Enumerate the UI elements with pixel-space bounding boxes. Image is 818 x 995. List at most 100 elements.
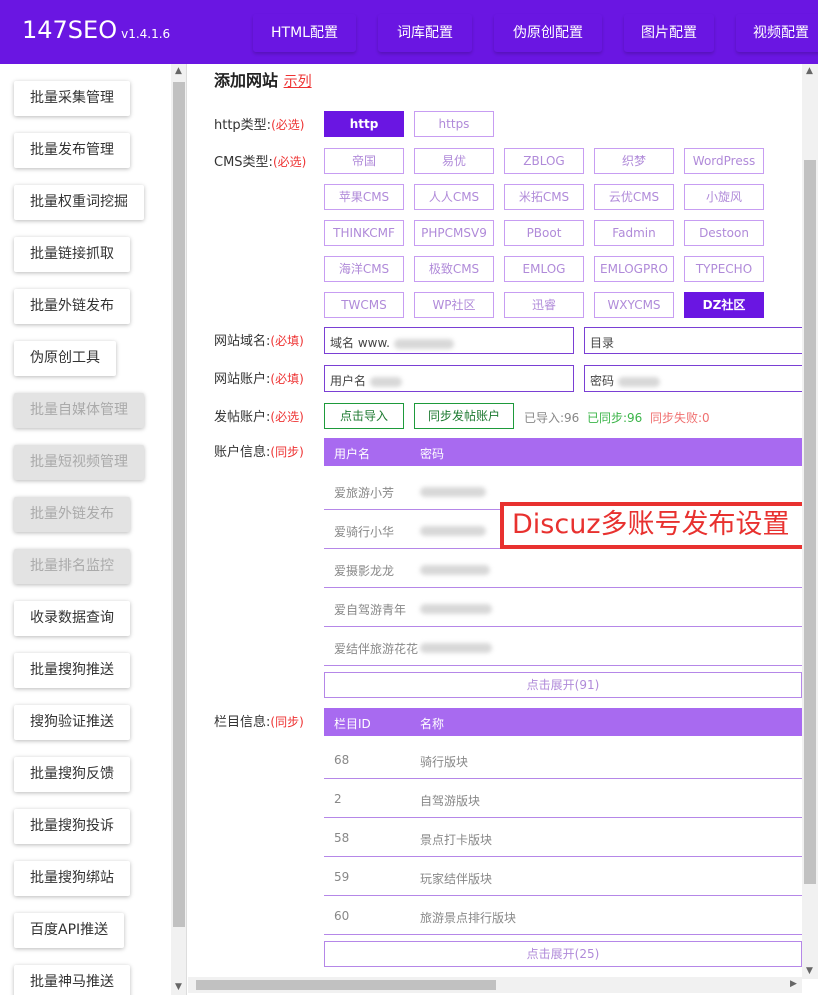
sidebar-item-index-query[interactable]: 收录数据查询 — [14, 601, 130, 636]
cms-option[interactable]: 易优 — [414, 148, 494, 174]
sidebar-item-sogou-complaint[interactable]: 批量搜狗投诉 — [14, 809, 130, 844]
cms-option[interactable]: THINKCMF — [324, 220, 404, 246]
sync-accounts-button[interactable]: 同步发帖账户 — [414, 403, 514, 429]
sidebar-item-batch-publish[interactable]: 批量发布管理 — [14, 133, 130, 168]
account-username: 爱结伴旅游花花 — [334, 642, 419, 656]
scroll-up-icon[interactable]: ▲ — [175, 66, 182, 76]
account-info-label: 账户信息:(同步) — [214, 441, 304, 460]
column-table-header: 栏目ID 名称 — [324, 708, 802, 736]
domain-label-text: 网站域名: — [214, 334, 271, 349]
logo-text: 147SEO — [22, 16, 118, 44]
app-header: 147SEO v1.4.1.6 HTML配置 词库配置 伪原创配置 图片配置 视频… — [0, 0, 818, 64]
redacted-password — [420, 562, 490, 576]
tab-image-config[interactable]: 图片配置 — [624, 14, 714, 52]
sidebar-item-rank-monitor[interactable]: 批量排名监控 — [14, 549, 130, 584]
sidebar-item-sogou-push[interactable]: 批量搜狗推送 — [14, 653, 130, 688]
http-type-label-text: http类型: — [214, 118, 272, 133]
cms-option[interactable]: WP社区 — [414, 292, 494, 318]
scroll-down-icon[interactable]: ▼ — [806, 966, 813, 976]
sidebar-item-pseudo-original-tool[interactable]: 伪原创工具 — [14, 341, 116, 376]
content-scroll-thumb[interactable] — [804, 160, 816, 884]
sidebar-item-baidu-api[interactable]: 百度API推送 — [14, 913, 125, 948]
sidebar-item-shenma-push[interactable]: 批量神马推送 — [14, 965, 130, 995]
http-option-https[interactable]: https — [414, 111, 494, 137]
cms-option[interactable]: 海洋CMS — [324, 256, 404, 282]
sidebar-item-sogou-feedback[interactable]: 批量搜狗反馈 — [14, 757, 130, 792]
http-type-label: http类型:(必选) — [214, 114, 304, 133]
cms-option[interactable]: TWCMS — [324, 292, 404, 318]
sidebar-item-weight-keywords[interactable]: 批量权重词挖掘 — [14, 185, 144, 220]
sidebar-item-batch-collect[interactable]: 批量采集管理 — [14, 81, 130, 116]
username-input[interactable]: 用户名 — [324, 365, 574, 392]
account-username: 爱摄影龙龙 — [334, 564, 395, 578]
password-input[interactable]: 密码 — [584, 365, 802, 392]
col-column-id: 栏目ID — [334, 717, 371, 731]
account-label: 网站账户:(必填) — [214, 368, 304, 387]
annotation-callout: Discuz多账号发布设置 — [500, 502, 802, 549]
sync-marker: (同步) — [270, 445, 304, 459]
scroll-up-icon[interactable]: ▲ — [806, 66, 813, 76]
directory-input[interactable]: 目录 — [584, 327, 802, 354]
directory-input-placeholder: 目录 — [590, 336, 615, 350]
cms-option[interactable]: 小旋风 — [684, 184, 764, 210]
tab-html-config[interactable]: HTML配置 — [253, 14, 356, 52]
tab-video-config[interactable]: 视频配置 — [736, 14, 818, 52]
cms-option[interactable]: Destoon — [684, 220, 764, 246]
account-username: 爱自驾游青年 — [334, 603, 407, 617]
col-column-name: 名称 — [420, 717, 445, 731]
tab-pseudo-original-config[interactable]: 伪原创配置 — [494, 14, 602, 52]
sidebar-item-link-crawl[interactable]: 批量链接抓取 — [14, 237, 130, 272]
cms-option[interactable]: 织梦 — [594, 148, 674, 174]
cms-option[interactable]: 帝国 — [324, 148, 404, 174]
example-link[interactable]: 示列 — [284, 74, 312, 90]
version-label: v1.4.1.6 — [121, 27, 171, 41]
cms-option[interactable]: 人人CMS — [414, 184, 494, 210]
table-row: 58 景点打卡版块 — [324, 818, 802, 857]
sidebar-item-external-links[interactable]: 批量外链发布 — [14, 289, 130, 324]
import-accounts-button[interactable]: 点击导入 — [324, 403, 404, 429]
table-row: 68 骑行版块 — [324, 740, 802, 779]
cms-option[interactable]: EMLOG — [504, 256, 584, 282]
domain-input[interactable]: 域名 www. — [324, 327, 574, 354]
redacted-value — [618, 376, 661, 387]
account-username: 爱旅游小芳 — [334, 486, 395, 500]
expand-columns-button[interactable]: 点击展开(25) — [324, 941, 802, 967]
sidebar-item-sogou-bind[interactable]: 批量搜狗绑站 — [14, 861, 130, 896]
cms-option[interactable]: DZ社区 — [684, 292, 764, 318]
cms-option[interactable]: 云优CMS — [594, 184, 674, 210]
content-scrollbar[interactable]: ▲ ▼ — [802, 64, 818, 979]
cms-option[interactable]: 迅睿 — [504, 292, 584, 318]
sidebar-scrollbar[interactable]: ▲ ▼ — [171, 64, 187, 995]
horizontal-scrollbar[interactable]: ▶ — [188, 977, 802, 993]
http-option-http[interactable]: http — [324, 111, 404, 137]
cms-option[interactable]: EMLOGPRO — [594, 256, 674, 282]
account-username: 爱骑行小华 — [334, 525, 395, 539]
sidebar-item-external-links-2[interactable]: 批量外链发布 — [14, 497, 130, 532]
app-logo: 147SEO v1.4.1.6 — [22, 16, 170, 44]
cms-option[interactable]: ZBLOG — [504, 148, 584, 174]
scroll-right-icon[interactable]: ▶ — [790, 979, 797, 989]
page-title-text: 添加网站 — [214, 71, 279, 90]
cms-option[interactable]: 极致CMS — [414, 256, 494, 282]
expand-accounts-button[interactable]: 点击展开(91) — [324, 672, 802, 698]
cms-option[interactable]: 苹果CMS — [324, 184, 404, 210]
redacted-password — [420, 523, 486, 537]
cms-option[interactable]: PBoot — [504, 220, 584, 246]
cms-option[interactable]: WXYCMS — [594, 292, 674, 318]
scroll-down-icon[interactable]: ▼ — [175, 982, 182, 992]
sidebar-item-sogou-verify[interactable]: 搜狗验证推送 — [14, 705, 130, 740]
sidebar-item-media-manage[interactable]: 批量自媒体管理 — [14, 393, 144, 428]
cms-option[interactable]: Fadmin — [594, 220, 674, 246]
password-input-prefix: 密码 — [590, 374, 615, 388]
column-name: 骑行版块 — [420, 755, 469, 769]
cms-option[interactable]: 米拓CMS — [504, 184, 584, 210]
column-name: 景点打卡版块 — [420, 833, 493, 847]
cms-option[interactable]: PHPCMSV9 — [414, 220, 494, 246]
sidebar-item-short-video[interactable]: 批量短视频管理 — [14, 445, 144, 480]
cms-option[interactable]: WordPress — [684, 148, 764, 174]
sidebar-scroll-thumb[interactable] — [173, 82, 185, 927]
cms-option[interactable]: TYPECHO — [684, 256, 764, 282]
column-name: 自驾游版块 — [420, 794, 481, 808]
horizontal-scroll-thumb[interactable] — [196, 980, 496, 990]
tab-lexicon-config[interactable]: 词库配置 — [378, 14, 472, 52]
